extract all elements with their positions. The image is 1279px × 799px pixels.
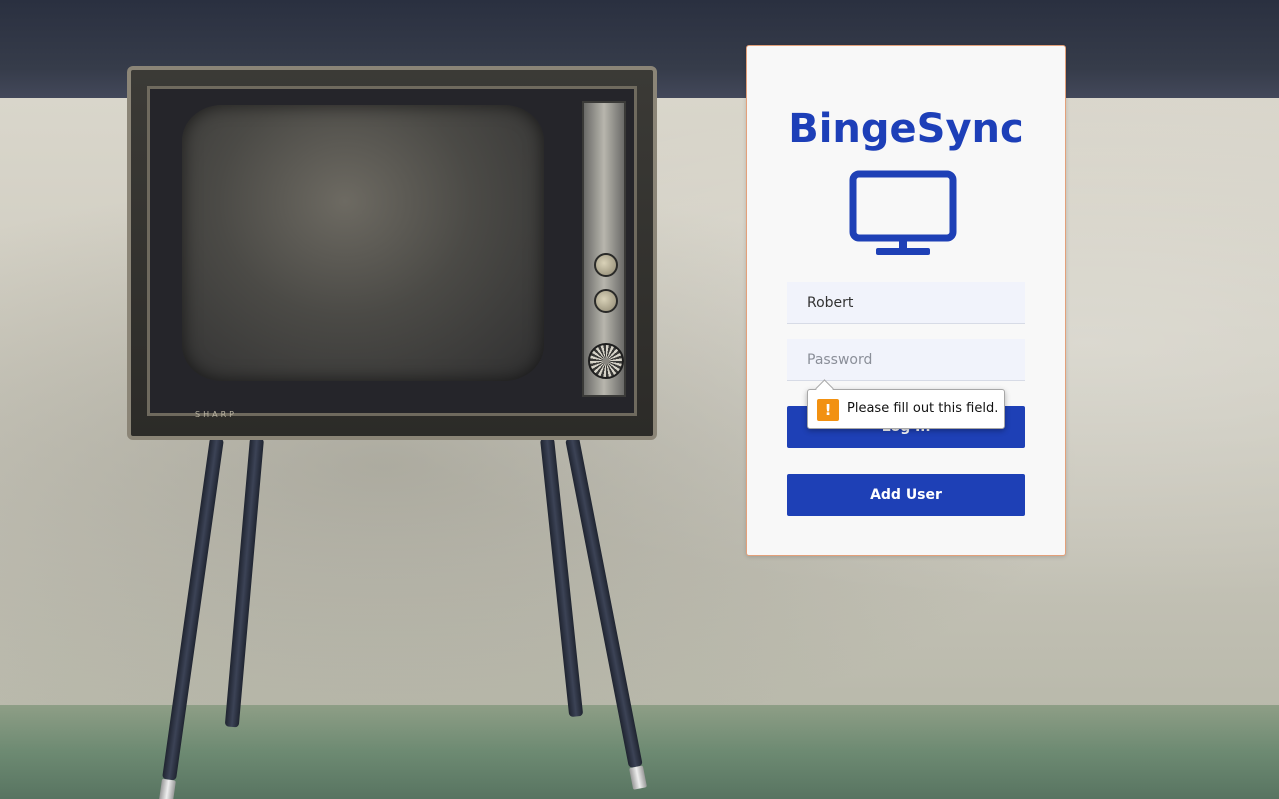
username-input[interactable] bbox=[787, 282, 1025, 324]
tv-bezel bbox=[147, 86, 637, 416]
password-input[interactable] bbox=[787, 339, 1025, 381]
validation-message: Please fill out this field. bbox=[847, 401, 999, 416]
tv-control-panel bbox=[582, 101, 626, 397]
login-card: BingeSync Log In Add User bbox=[746, 45, 1066, 556]
tv-screen bbox=[182, 105, 544, 381]
tv-knob-icon bbox=[594, 253, 618, 277]
login-screen: SHARP BingeSync Log In Add User ! Please… bbox=[0, 0, 1279, 799]
monitor-icon bbox=[849, 170, 957, 255]
validation-tooltip: ! Please fill out this field. bbox=[807, 379, 1005, 429]
add-user-button[interactable]: Add User bbox=[787, 474, 1025, 516]
background-tv: SHARP bbox=[127, 66, 657, 440]
app-title: BingeSync bbox=[788, 106, 1024, 152]
tv-dial-icon bbox=[588, 343, 624, 379]
warning-icon: ! bbox=[817, 399, 839, 421]
tv-brand-text: SHARP bbox=[195, 410, 237, 419]
tv-knob-icon bbox=[594, 289, 618, 313]
